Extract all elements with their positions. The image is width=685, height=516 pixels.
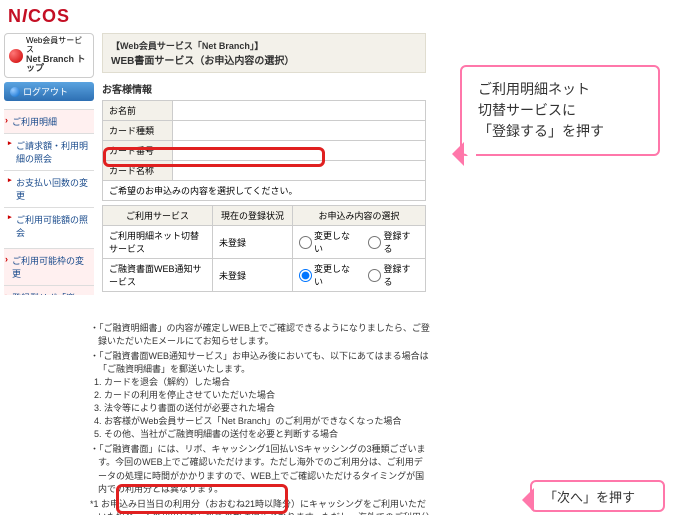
svc2-name: ご融資書面WEB通知サービス [103,259,213,292]
value-cardtype [173,121,426,141]
sidebar: Web会員サービスNet Branch トップ ログアウト ご利用明細 ご請求額… [0,33,98,295]
col-service: ご利用サービス [103,206,213,226]
note-line: ・「ご融資明細書」の内容が確定しWEB上でご確認できるようになりましたら、ご登録… [90,322,430,348]
breadcrumb: 【Web会員サービス「Net Branch」】 WEB書面サービス（お申込内容の… [102,33,426,73]
screenshot-upper: NICOS Web会員サービスNet Branch トップ ログアウト ご利用明… [0,0,430,295]
callout-next: 「次へ」を押す [530,480,665,512]
svc1-radio-no[interactable]: 変更しない [299,229,358,255]
service-top-link[interactable]: Web会員サービスNet Branch トップ [4,33,94,78]
nav-payment-change[interactable]: お支払い回数の変更 [4,170,94,207]
note-line: ・「ご融資書面WEB通知サービス」お申込み後においても、以下にあてはまる場合は「… [90,350,430,376]
crumb-line2: WEB書面サービス（お申込内容の選択） [111,52,417,67]
label-cardtype: カード種類 [103,121,173,141]
logout-button[interactable]: ログアウト [4,82,94,101]
section-customer-info: お客様情報 [102,81,426,96]
brand-logo: NICOS [0,0,430,33]
customer-info-table: お名前 カード種類 カード番号 カード名称 ご希望のお申込みの内容を選択してくだ… [102,100,426,201]
note-line: 5. その他、当社がご融資明細書の送付を必要と判断する場合 [90,428,430,441]
value-name [173,101,426,121]
callout-register: ご利用明細ネット 切替サービスに 「登録する」を押す [460,65,660,156]
value-cardnum [173,141,426,161]
globe-icon [9,49,23,63]
note-line: 2. カードの利用を停止させていただいた場合 [90,389,430,402]
note-line: 3. 法令等により書面の送付が必要された場合 [90,402,430,415]
instruction-text: ご希望のお申込みの内容を選択してください。 [103,181,426,201]
svc1-current: 未登録 [213,226,293,259]
col-select: お申込み内容の選択 [293,206,426,226]
svc2-current: 未登録 [213,259,293,292]
nav-rakupay[interactable]: 登録型リボ「楽Pay」 [4,285,94,295]
nav-limit-inquiry[interactable]: ご利用可能額の照会 [4,207,94,244]
note-line: *1 お申込み日当日の利用分（おおむね21時以降分）にキャッシングをご利用いただ… [90,498,430,515]
col-current: 現在の登録状況 [213,206,293,226]
service-name: Net Branch トップ [26,54,86,74]
callout-register-text: ご利用明細ネット 切替サービスに 「登録する」を押す [478,81,604,139]
service-select-table: ご利用サービス 現在の登録状況 お申込み内容の選択 ご利用明細ネット切替サービス… [102,205,426,292]
nav-limit-change[interactable]: ご利用可能枠の変更 [4,248,94,285]
label-cardnum: カード番号 [103,141,173,161]
screenshot-lower: ・「ご融資明細書」の内容が確定しWEB上でご確認できるようになりましたら、ご登録… [90,320,430,515]
callout-next-text: 「次へ」を押す [544,490,635,505]
note-line: 4. お客様がWeb会員サービス「Net Branch」のご利用ができなくなった… [90,415,430,428]
label-name: お名前 [103,101,173,121]
crumb-line1: 【Web会員サービス「Net Branch」】 [111,39,417,52]
svc2-radio-yes[interactable]: 登録する [368,262,419,288]
nav-billing[interactable]: ご請求額・利用明細の照会 [4,133,94,170]
svc2-radio-no[interactable]: 変更しない [299,262,358,288]
label-cardname: カード名称 [103,161,173,181]
service-sub: Web会員サービス [26,36,82,54]
note-line: ・「ご融資書面」には、リボ、キャッシング1回払いSキャッシングの3種類ございます… [90,443,430,495]
svc1-radio-yes[interactable]: 登録する [368,229,419,255]
main-content: 【Web会員サービス「Net Branch」】 WEB書面サービス（お申込内容の… [98,33,430,295]
svc1-name: ご利用明細ネット切替サービス [103,226,213,259]
notes-list: ・「ご融資明細書」の内容が確定しWEB上でご確認できるようになりましたら、ご登録… [90,322,430,515]
value-cardname [173,161,426,181]
note-line: 1. カードを退会（解約）した場合 [90,376,430,389]
nav-usage[interactable]: ご利用明細 [4,109,94,133]
